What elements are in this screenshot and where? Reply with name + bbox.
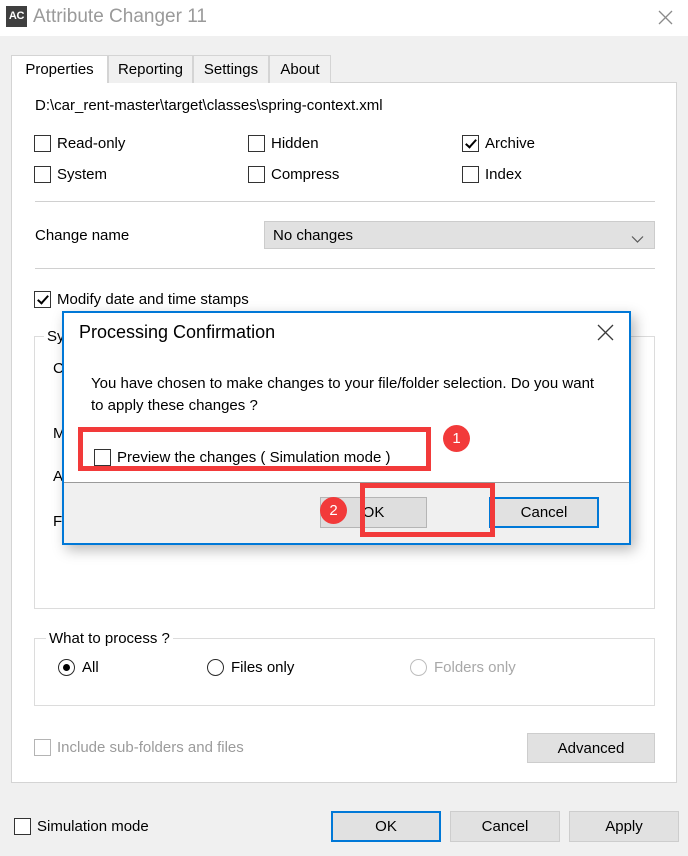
checkbox-include-subfolders: Include sub-folders and files [34,739,244,756]
tab-strip: Properties Reporting Settings About [11,55,677,83]
checkbox-modify-date-time-stamps[interactable]: Modify date and time stamps [34,291,249,308]
main-apply-button[interactable]: Apply [569,811,679,842]
advanced-button-label: Advanced [557,739,625,757]
checkbox-box [248,135,265,152]
change-name-dropdown[interactable]: No changes [264,221,655,249]
divider-changename [35,268,655,269]
checkbox-label: System [57,166,108,183]
tab-properties-label: Properties [25,61,94,78]
file-path: D:\car_rent-master\target\classes\spring… [35,97,383,114]
annotation-badge-2: 2 [320,497,347,524]
checkbox-label: Include sub-folders and files [57,739,244,756]
checkbox-box [34,291,51,308]
annotation-badge-1: 1 [443,425,470,452]
checkbox-compress[interactable]: Compress [248,166,339,183]
checkbox-box [34,135,51,152]
checkbox-box [14,818,31,835]
main-cancel-label: Cancel [481,818,529,835]
checkbox-archive[interactable]: Archive [462,135,535,152]
checkbox-label: Read-only [57,135,126,152]
radio-ring [410,659,427,676]
what-to-process-legend: What to process ? [46,630,173,647]
attribute-changer-window: AC Attribute Changer 11 Properties Repor… [0,0,688,856]
close-icon[interactable] [642,0,688,34]
checkbox-label: Hidden [271,135,319,152]
what-to-process-group [34,638,655,706]
checkbox-label: Compress [271,166,340,183]
checkbox-system[interactable]: System [34,166,107,183]
main-ok-label: OK [375,818,397,835]
checkbox-label: Simulation mode [37,818,149,835]
checkbox-label: Modify date and time stamps [57,291,249,308]
chevron-down-icon [631,231,644,249]
radio-label: Files only [231,659,295,676]
checkbox-simulation-mode[interactable]: Simulation mode [14,818,149,835]
radio-ring [207,659,224,676]
checkbox-label: Preview the changes ( Simulation mode ) [117,449,391,466]
tab-reporting[interactable]: Reporting [108,55,193,83]
tab-about-label: About [280,61,320,78]
tab-settings-label: Settings [203,61,259,78]
change-name-label: Change name [35,227,130,244]
dialog-title: Processing Confirmation [79,322,276,342]
radio-folders-only: Folders only [410,659,516,676]
checkbox-box [34,166,51,183]
checkbox-hidden[interactable]: Hidden [248,135,319,152]
radio-label: Folders only [434,659,516,676]
checkbox-box [462,166,479,183]
main-apply-label: Apply [605,818,643,835]
dialog-preview-checkbox[interactable]: Preview the changes ( Simulation mode ) [94,449,390,466]
radio-all[interactable]: All [58,659,99,676]
tab-reporting-label: Reporting [117,61,184,78]
checkbox-read-only[interactable]: Read-only [34,135,125,152]
checkbox-label: Archive [485,135,536,152]
checkbox-box [34,739,51,756]
title-bar: AC Attribute Changer 11 [0,0,688,36]
main-cancel-button[interactable]: Cancel [450,811,560,842]
radio-files-only[interactable]: Files only [207,659,294,676]
stamp-row-label-file: F [53,513,63,530]
main-ok-button[interactable]: OK [331,811,441,842]
tab-properties[interactable]: Properties [11,55,108,83]
tab-about[interactable]: About [269,55,331,83]
change-name-value: No changes [273,226,354,244]
app-icon: AC [6,6,27,27]
checkbox-index[interactable]: Index [462,166,522,183]
dialog-ok-label: OK [362,504,385,521]
radio-label: All [82,659,99,676]
checkbox-box [94,449,111,466]
dialog-message: You have chosen to make changes to your … [91,375,595,414]
divider-attributes [35,201,655,202]
checkbox-box [248,166,265,183]
dialog-close-icon[interactable] [585,317,625,347]
dialog-cancel-button[interactable]: Cancel [489,497,599,528]
advanced-button[interactable]: Advanced [527,733,655,763]
checkbox-label: Index [485,166,522,183]
dialog-cancel-label: Cancel [520,504,568,521]
window-title: Attribute Changer 11 [33,6,207,27]
checkbox-box [462,135,479,152]
radio-ring [58,659,75,676]
tab-settings[interactable]: Settings [193,55,269,83]
